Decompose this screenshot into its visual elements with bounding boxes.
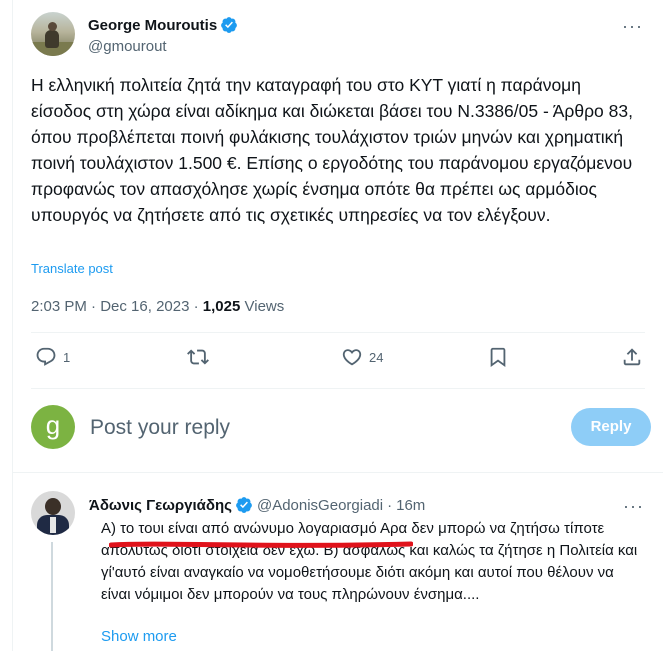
post-meta: 2:03 PM · Dec 16, 2023 · 1,025 Views [31, 298, 284, 315]
reply-count: 1 [63, 349, 71, 365]
share-action[interactable] [621, 346, 643, 368]
meta-separator: · [193, 298, 199, 315]
translate-post-link[interactable]: Translate post [31, 261, 113, 276]
post-time[interactable]: 2:03 PM [31, 298, 87, 315]
post-author: George Mouroutis @gmourout [31, 12, 238, 56]
author-avatar[interactable] [31, 12, 75, 56]
repost-icon [187, 349, 209, 365]
meta-separator: · [91, 298, 97, 315]
reply-header: Άδωνις Γεωργιάδης @AdonisGeorgiadi · 16m [89, 496, 425, 514]
reply-text: A) το τουι είναι από ανώνυμο λογαριασμό … [101, 520, 638, 603]
reply-author-name[interactable]: Άδωνις Γεωργιάδης [89, 497, 232, 514]
author-name[interactable]: George Mouroutis [88, 17, 217, 34]
like-count: 24 [369, 349, 384, 365]
repost-action[interactable] [187, 346, 209, 368]
reply-icon [36, 347, 56, 366]
composer-avatar[interactable]: g [31, 405, 75, 449]
more-options-icon[interactable]: ··· [622, 16, 643, 37]
meta-separator: · [387, 496, 393, 514]
post-date[interactable]: Dec 16, 2023 [100, 298, 189, 315]
author-handle[interactable]: @gmourout [88, 38, 238, 55]
verified-badge-icon [236, 497, 252, 513]
reply-button[interactable]: Reply [571, 408, 651, 446]
bookmark-action[interactable] [487, 346, 509, 368]
divider [13, 472, 663, 473]
views-count: 1,025 [202, 298, 241, 315]
heart-icon [342, 349, 362, 366]
reply-more-options-icon[interactable]: ··· [623, 496, 644, 517]
red-underline-annotation [109, 541, 413, 548]
reply-time[interactable]: 16m [396, 497, 425, 514]
verified-badge-icon [221, 17, 238, 33]
like-action[interactable]: 24 [341, 346, 383, 368]
views-label: Views [244, 298, 285, 315]
reply-author-handle[interactable]: @AdonisGeorgiadi [257, 497, 383, 514]
post-actions-bar: 1 24 [13, 346, 663, 374]
post-detail-panel: George Mouroutis @gmourout ··· Η ελληνικ… [12, 0, 663, 651]
reply-input[interactable]: Post your reply [90, 416, 230, 440]
reply-composer: g Post your reply Reply [31, 405, 651, 451]
reply-action[interactable]: 1 [35, 346, 70, 368]
bookmark-icon [490, 347, 506, 368]
show-more-link[interactable]: Show more [101, 628, 177, 645]
thread-line [51, 542, 53, 651]
post-text: Η ελληνική πολιτεία ζητά την καταγραφή τ… [31, 75, 633, 225]
reply-author-avatar[interactable] [31, 491, 75, 535]
share-icon [623, 348, 641, 366]
divider [31, 332, 645, 333]
divider [31, 388, 645, 389]
